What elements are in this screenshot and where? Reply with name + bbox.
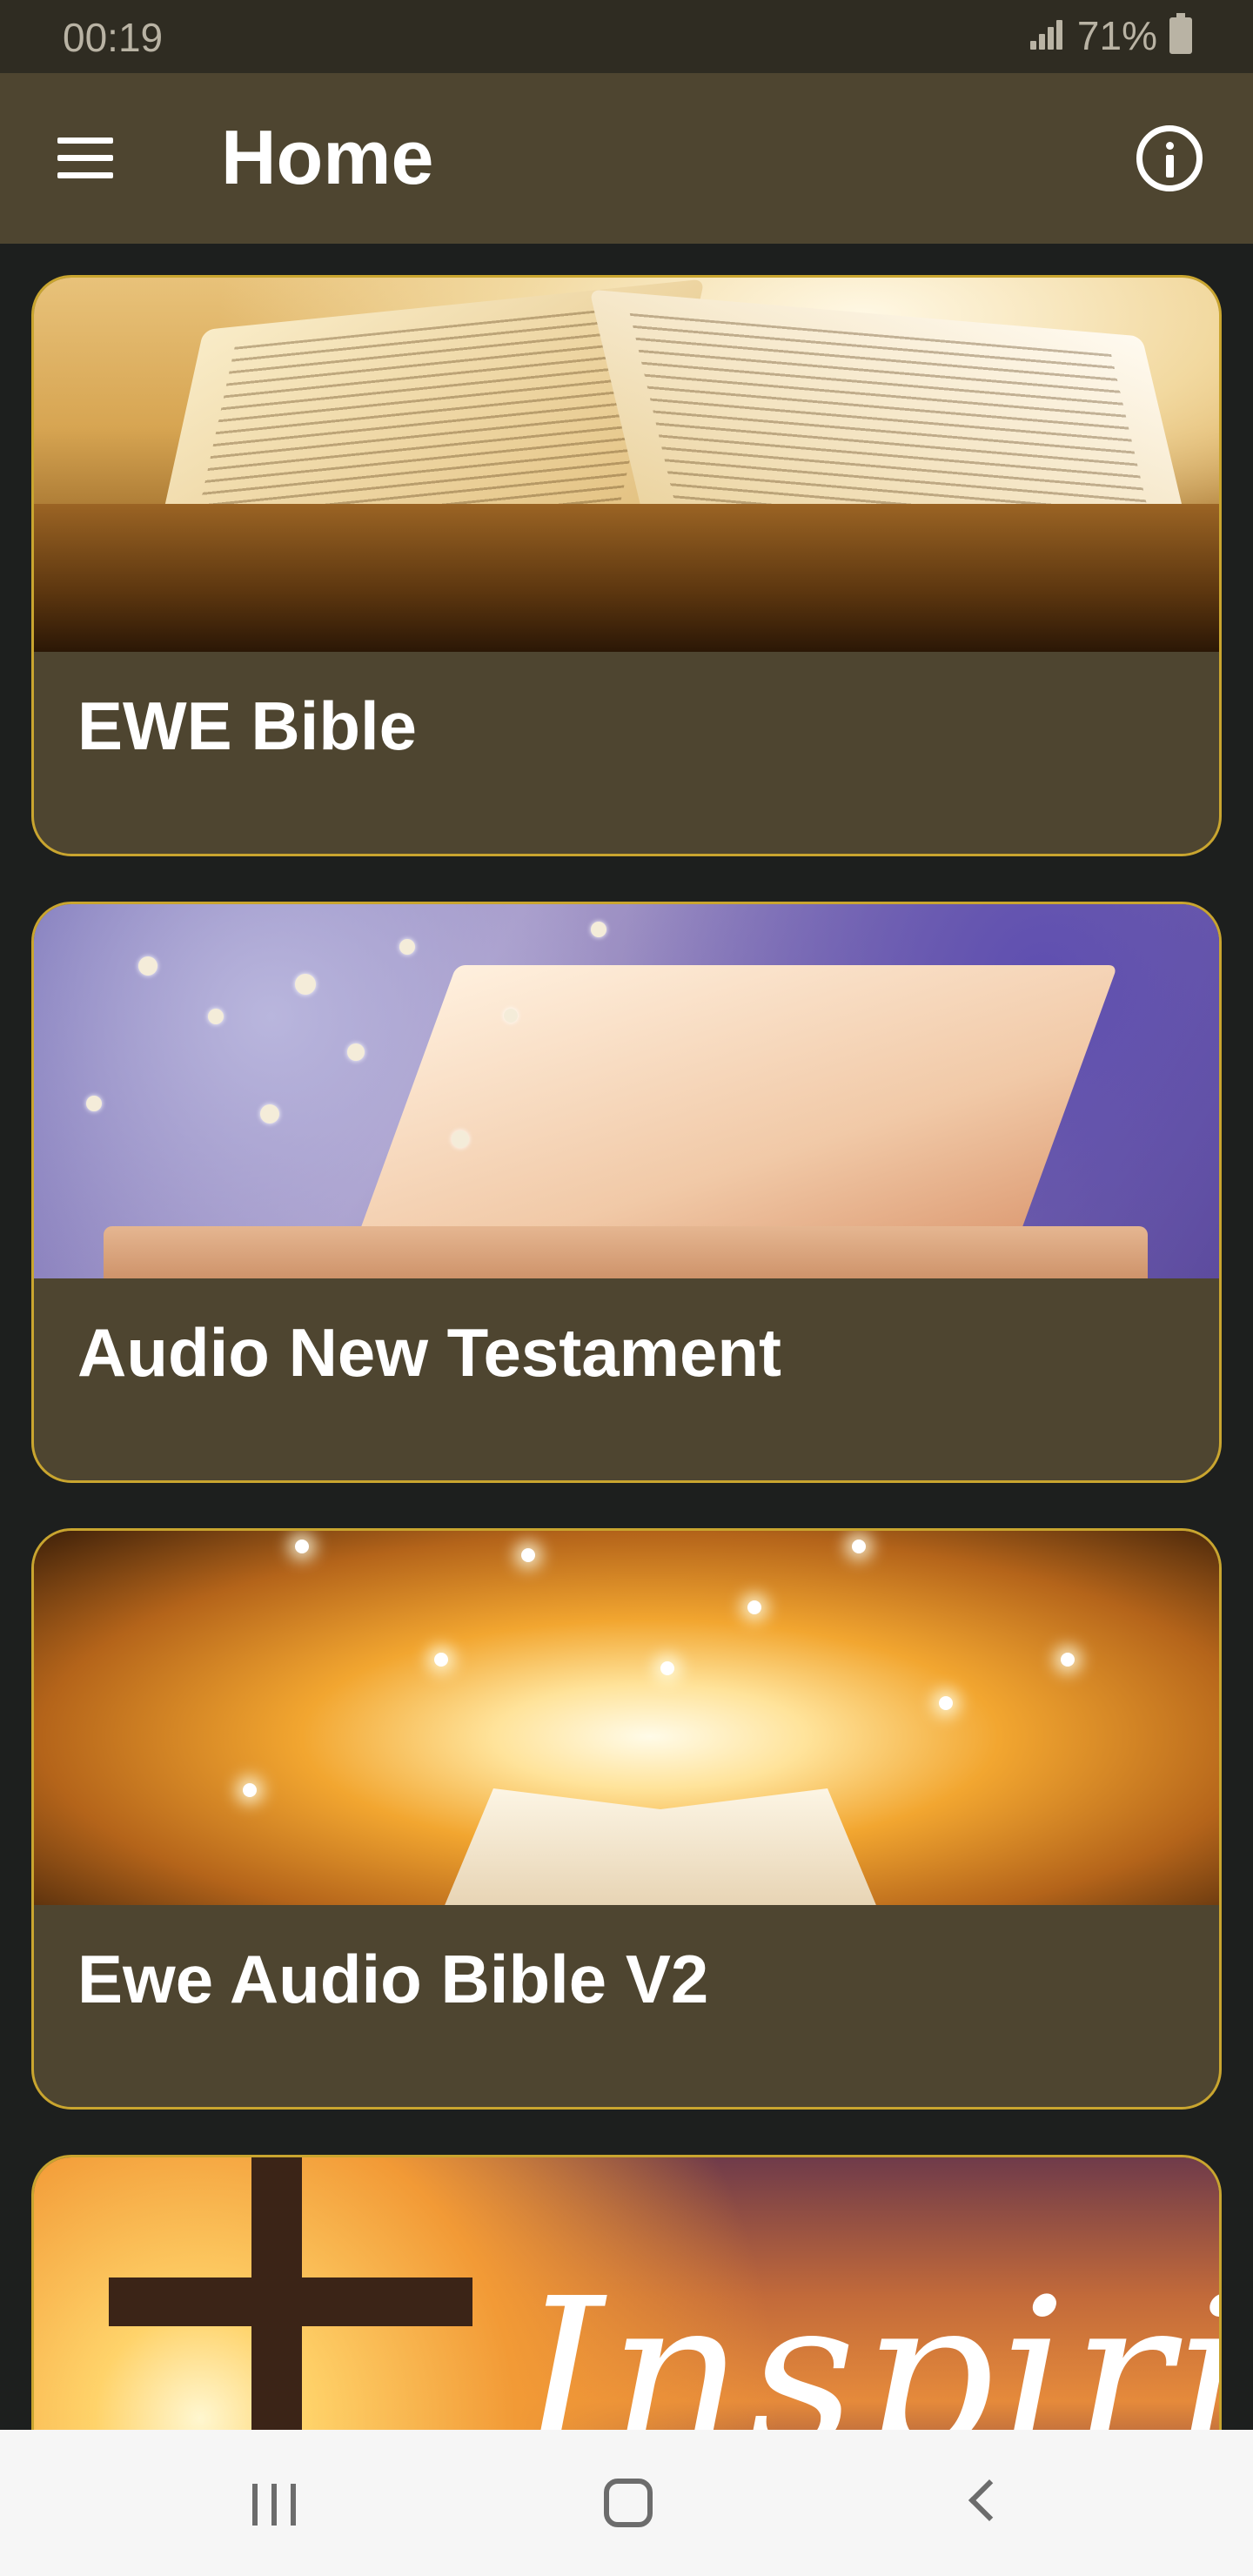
card-ewe-bible[interactable]: EWE Bible: [31, 275, 1222, 856]
card-label: Audio New Testament: [77, 1314, 781, 1391]
card-audio-new-testament[interactable]: Audio New Testament: [31, 902, 1222, 1483]
navigation-bar: [0, 2430, 1253, 2576]
cross-sunset-image: Inspiring: [34, 2157, 1219, 2430]
flowers-and-book-image: [34, 904, 1219, 1278]
battery-icon: [1169, 13, 1192, 54]
app-bar: Home: [0, 73, 1253, 244]
screen: 00:19 71% Home EWE Bible Audio New Testa…: [0, 0, 1253, 2576]
card-ewe-audio-bible-v2[interactable]: Ewe Audio Bible V2: [31, 1528, 1222, 2110]
signal-icon: [1027, 17, 1065, 55]
open-bible-image: [34, 278, 1219, 652]
card-label: Ewe Audio Bible V2: [77, 1941, 709, 2017]
status-time: 00:19: [63, 15, 164, 60]
card-inspiring[interactable]: Inspiring: [31, 2155, 1222, 2430]
back-button[interactable]: [962, 2479, 999, 2527]
page-title: Home: [221, 114, 434, 200]
home-button[interactable]: [604, 2479, 653, 2527]
info-icon[interactable]: [1136, 125, 1203, 191]
status-bar: 00:19 71%: [0, 0, 1253, 73]
card-list[interactable]: EWE Bible Audio New Testament Ewe Audio …: [0, 244, 1253, 2430]
battery-percent: 71%: [1076, 13, 1157, 58]
image-text: Inspiring: [521, 2253, 1219, 2430]
status-indicators: 71%: [1027, 12, 1192, 59]
menu-icon[interactable]: [50, 134, 120, 183]
card-label: EWE Bible: [77, 688, 418, 764]
recent-apps-button[interactable]: [252, 2484, 301, 2526]
glowing-bible-image: [34, 1531, 1219, 1905]
